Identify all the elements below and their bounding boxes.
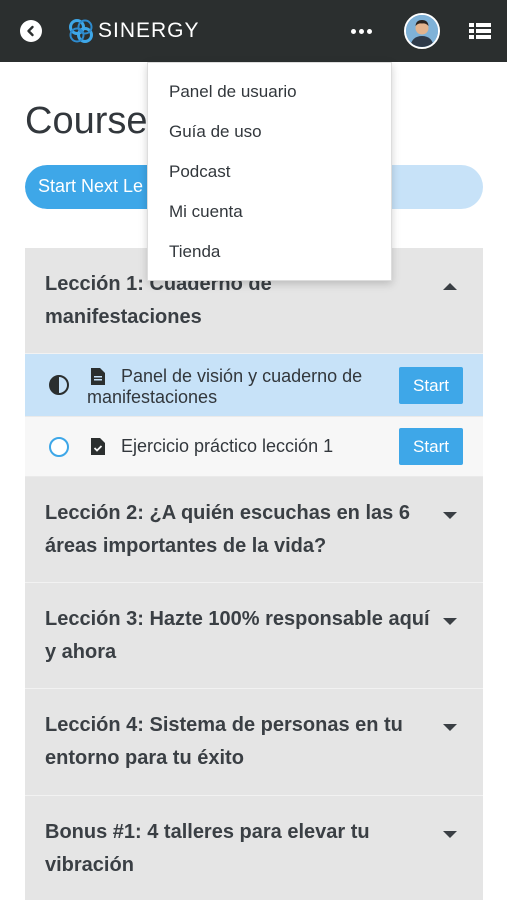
menu-item-guia-de-uso[interactable]: Guía de uso <box>148 112 391 152</box>
in-progress-status-icon <box>49 375 69 395</box>
brand-logo[interactable]: SINERGY <box>68 18 200 44</box>
start-topic-button[interactable]: Start <box>399 367 463 404</box>
top-navigation-bar: SINERGY <box>0 0 507 62</box>
not-started-status-icon <box>49 437 69 457</box>
user-avatar[interactable] <box>404 13 440 49</box>
menu-item-tienda[interactable]: Tienda <box>148 232 391 272</box>
page-title: Course <box>25 100 148 142</box>
topic-row[interactable]: Panel de visión y cuaderno de manifestac… <box>25 354 483 417</box>
dot <box>366 28 372 34</box>
start-next-lesson-label: Start Next Le <box>38 176 144 196</box>
expand-chevron-icon[interactable] <box>443 831 457 838</box>
menu-item-mi-cuenta[interactable]: Mi cuenta <box>148 192 391 232</box>
user-avatar-image <box>406 15 438 47</box>
account-dropdown-menu: Panel de usuario Guía de uso Podcast Mi … <box>147 62 392 281</box>
lesson-header[interactable]: Lección 4: Sistema de personas en tu ent… <box>25 689 483 796</box>
menu-item-panel-de-usuario[interactable]: Panel de usuario <box>148 72 391 112</box>
lesson-header[interactable]: Bonus #1: 4 talleres para elevar tu vibr… <box>25 796 483 900</box>
collapse-chevron-icon[interactable] <box>443 283 457 290</box>
list-icon <box>469 23 491 39</box>
menu-button[interactable] <box>469 21 491 41</box>
lesson-list: Lección 1: Cuaderno de manifestaciones P… <box>25 248 483 900</box>
expand-chevron-icon[interactable] <box>443 724 457 731</box>
dot <box>358 28 364 34</box>
back-arrow-icon <box>27 25 34 37</box>
lesson-title: Lección 3: Hazte 100% responsable aquí y… <box>45 608 430 663</box>
brand-name: SINERGY <box>98 19 200 42</box>
sinergy-logo-icon <box>69 19 93 43</box>
lesson-title: Lección 4: Sistema de personas en tu ent… <box>45 714 403 769</box>
dot <box>350 28 356 34</box>
lesson-header[interactable]: Lección 2: ¿A quién escuchas en las 6 ár… <box>25 477 483 583</box>
expand-chevron-icon[interactable] <box>443 512 457 519</box>
topic-row[interactable]: Ejercicio práctico lección 1 Start <box>25 417 483 477</box>
lesson-title: Lección 2: ¿A quién escuchas en las 6 ár… <box>45 502 410 557</box>
document-check-icon <box>91 438 105 455</box>
more-options-button[interactable] <box>348 22 374 40</box>
expand-chevron-icon[interactable] <box>443 618 457 625</box>
topic-title: Panel de visión y cuaderno de manifestac… <box>87 366 363 407</box>
lesson-header[interactable]: Lección 3: Hazte 100% responsable aquí y… <box>25 583 483 689</box>
back-button[interactable] <box>20 20 42 42</box>
start-topic-button[interactable]: Start <box>399 428 463 465</box>
topic-title: Ejercicio práctico lección 1 <box>121 436 334 456</box>
lesson-title: Bonus #1: 4 talleres para elevar tu vibr… <box>45 821 370 876</box>
menu-item-podcast[interactable]: Podcast <box>148 152 391 192</box>
